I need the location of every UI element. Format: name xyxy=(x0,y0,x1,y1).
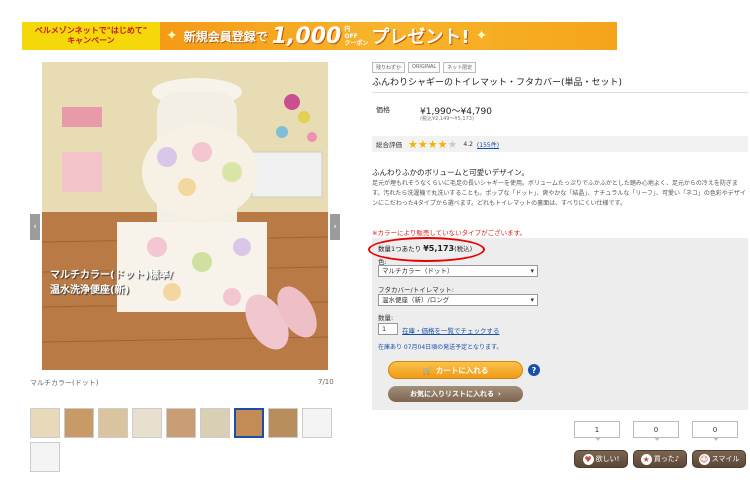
thumbnail[interactable] xyxy=(30,442,60,472)
rating-label: 総合評価 xyxy=(376,141,402,149)
star-empty-icon: ★ xyxy=(447,137,458,151)
quantity-label: 数量: xyxy=(378,314,394,322)
banner-present: プレゼント! xyxy=(371,27,470,48)
image-counter: 7/10 xyxy=(318,378,334,386)
sparkle-icon: ✦ xyxy=(475,28,488,44)
reaction-count: 1 xyxy=(574,421,620,441)
thumbnail[interactable] xyxy=(132,408,162,438)
help-icon[interactable]: ? xyxy=(528,364,540,376)
add-to-favorites-label: お気に入りリストに入れる xyxy=(410,390,495,398)
banner-left-line2: キャンペーン xyxy=(67,36,115,45)
star-icon: ★ xyxy=(417,137,428,151)
thumbnail-active[interactable] xyxy=(234,408,264,438)
type-label: フタカバー/トイレマット: xyxy=(378,286,454,294)
tag-original: ORIGINAL xyxy=(408,62,441,73)
color-select[interactable]: マルチカラー（ドット） xyxy=(378,265,538,277)
rating-value: 4.2 xyxy=(463,140,473,148)
thumbnail[interactable] xyxy=(98,408,128,438)
description-body: 足元が埋もれそうなくらいに毛足の長いシャギーを使用。ボリュームたっぷりでふかふか… xyxy=(372,180,746,207)
banner-off-line1: OFF xyxy=(344,32,358,40)
want-button[interactable]: ♥ 欲しい! xyxy=(574,450,628,468)
reaction-count: 0 xyxy=(692,421,738,441)
image-caption: マルチカラー(ドット) xyxy=(30,379,99,387)
bought-label: 買った♪ xyxy=(653,455,680,463)
star-icon: ★ xyxy=(437,137,448,151)
thumbnail[interactable] xyxy=(166,408,196,438)
smile-button[interactable]: ☺ スマイル xyxy=(692,450,746,468)
reaction-count: 0 xyxy=(633,421,679,441)
thumbnail[interactable] xyxy=(200,408,230,438)
thumbnail[interactable] xyxy=(64,408,94,438)
color-select-value: マルチカラー（ドット） xyxy=(382,267,454,275)
banner-offer: ✦ 新規会員登録で 1,000 円 OFF クーポン プレゼント! ✦ xyxy=(160,22,617,50)
photo-overlay-line1: マルチカラー(ドット)標準/ xyxy=(50,270,173,281)
photo-overlay-line2: 温水洗浄便座(新) xyxy=(50,285,130,296)
want-label: 欲しい! xyxy=(595,455,620,463)
color-note: ※カラーにより販売していないタイプがございます。 xyxy=(372,229,526,237)
product-main-image[interactable] xyxy=(42,62,328,370)
sparkle-icon: ✦ xyxy=(166,28,178,44)
prev-image-button[interactable]: ‹ xyxy=(30,214,40,240)
price-label: 価格 xyxy=(376,106,390,114)
type-select[interactable]: 温水便座（新）/ロング xyxy=(378,294,538,306)
chevron-right-icon: › xyxy=(498,390,501,398)
review-count-link[interactable]: (155件) xyxy=(477,140,499,149)
banner-off-line2: クーポン xyxy=(344,39,369,47)
star-icon: ★ xyxy=(640,453,652,465)
campaign-banner[interactable]: ベルメゾンネットで"はじめて" キャンペーン ✦ 新規会員登録で 1,000 円… xyxy=(22,22,617,50)
price-tax: (税込¥2,149～¥5,173) xyxy=(420,116,474,122)
banner-amount: 1,000 xyxy=(271,23,342,49)
stock-check-link[interactable]: 在庫・価格を一覧でチェックする xyxy=(402,325,500,335)
banner-left-line1: ベルメゾンネットで"はじめて" xyxy=(34,26,148,35)
rating-bar: 総合評価 ★ ★ ★ ★ ★ 4.2 (155件) xyxy=(372,136,748,152)
banner-main-text: 新規会員登録で xyxy=(183,29,268,44)
shipping-info: 在庫あり 07月04日頃の発送予定となります。 xyxy=(378,344,503,351)
thumbnail-strip xyxy=(30,408,332,438)
photo-overlay-text: マルチカラー(ドット)標準/ 温水洗浄便座(新) xyxy=(50,268,173,298)
next-arrow-icon: › xyxy=(333,222,337,232)
divider xyxy=(372,92,748,93)
star-icon: ★ xyxy=(427,137,438,151)
add-to-favorites-button[interactable]: お気に入りリストに入れる › xyxy=(388,386,523,402)
reaction-want: 1 ♥ 欲しい! xyxy=(574,421,628,468)
order-panel xyxy=(372,238,748,410)
reaction-bought: 0 ★ 買った♪ xyxy=(633,421,687,468)
smile-label: スマイル xyxy=(711,455,740,463)
banner-off-label: 円 OFF クーポン xyxy=(344,26,368,47)
product-photo-illustration xyxy=(42,62,328,370)
banner-campaign-label: ベルメゾンネットで"はじめて" キャンペーン xyxy=(22,22,160,50)
product-title: ふんわりシャギーのトイレマット・フタカバー(単品・セット) xyxy=(372,78,623,88)
banner-unit: 円 xyxy=(344,25,351,33)
quantity-input[interactable]: 1 xyxy=(378,323,398,335)
tag-net-only: ネット限定 xyxy=(443,62,477,73)
product-tags: 残りわずか ORIGINAL ネット限定 xyxy=(372,62,477,73)
prev-arrow-icon: ‹ xyxy=(33,222,37,232)
quantity-value: 1 xyxy=(382,325,387,333)
thumbnail[interactable] xyxy=(268,408,298,438)
thumbnail[interactable] xyxy=(30,408,60,438)
smile-icon: ☺ xyxy=(698,453,710,465)
description-heading: ふんわりふかのボリュームと可愛いデザイン。 xyxy=(372,168,529,177)
tag-low-stock: 残りわずか xyxy=(372,62,406,73)
thumbnail[interactable] xyxy=(302,408,332,438)
reaction-smile: 0 ☺ スマイル xyxy=(692,421,746,468)
star-icon: ★ xyxy=(408,137,418,151)
add-to-cart-button[interactable]: 🛒 カートに入れる xyxy=(388,361,523,379)
add-to-cart-label: カートに入れる xyxy=(435,365,489,375)
bought-button[interactable]: ★ 買った♪ xyxy=(633,450,687,468)
type-select-value: 温水便座（新）/ロング xyxy=(382,296,450,304)
heart-icon: ♥ xyxy=(582,453,594,465)
next-image-button[interactable]: › xyxy=(330,214,340,240)
cart-icon: 🛒 xyxy=(422,365,432,375)
